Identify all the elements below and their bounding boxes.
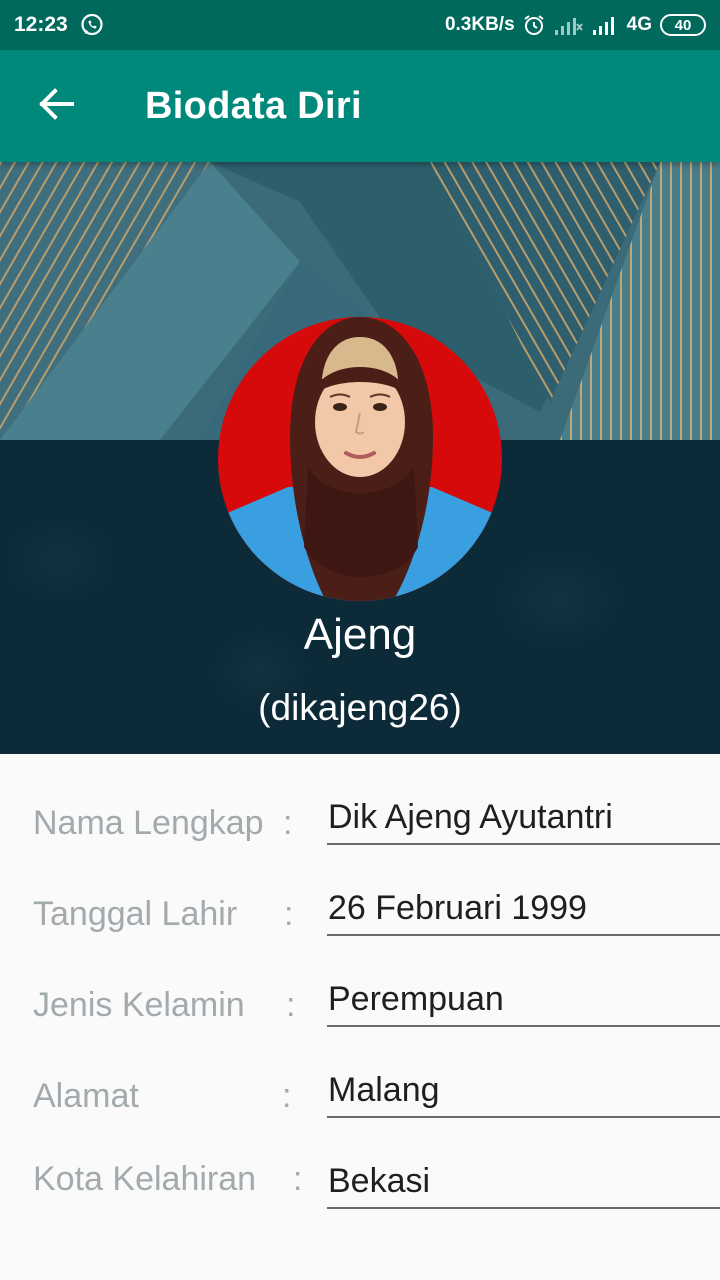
field-value: Perempuan bbox=[328, 980, 504, 1018]
field-underline bbox=[327, 843, 720, 845]
signal-icon bbox=[591, 14, 619, 36]
field-underline bbox=[327, 1116, 720, 1118]
field-label: Tanggal Lahir bbox=[33, 895, 238, 933]
field-underline bbox=[327, 1025, 720, 1027]
field-colon: : bbox=[284, 895, 294, 933]
field-jenis-kelamin: Jenis Kelamin : Perempuan bbox=[0, 966, 720, 1056]
status-bar: 12:23 0.3KB/s 4G 40 bbox=[0, 0, 720, 50]
profile-header: Ajeng (dikajeng26) bbox=[0, 162, 720, 754]
field-value: Bekasi bbox=[328, 1162, 431, 1200]
field-underline bbox=[327, 934, 720, 936]
back-button[interactable] bbox=[0, 50, 112, 162]
alarm-icon bbox=[523, 14, 545, 36]
app-bar: Biodata Diri bbox=[0, 50, 720, 162]
field-colon: : bbox=[293, 1160, 303, 1198]
field-tanggal-lahir: Tanggal Lahir : 26 Februari 1999 bbox=[0, 875, 720, 965]
field-colon: : bbox=[286, 986, 296, 1024]
field-kota-kelahiran: Kota Kelahiran : Bekasi bbox=[0, 1148, 720, 1238]
field-nama-lengkap: Nama Lengkap : Dik Ajeng Ayutantri bbox=[0, 784, 720, 874]
page-title: Biodata Diri bbox=[145, 84, 362, 127]
arrow-left-icon bbox=[38, 87, 74, 125]
battery-level: 40 bbox=[674, 16, 692, 34]
network-type: 4G bbox=[626, 14, 652, 35]
field-label: Alamat bbox=[33, 1077, 139, 1115]
network-speed: 0.3KB/s bbox=[444, 14, 515, 35]
status-time: 12:23 bbox=[14, 13, 68, 36]
biodata-list: Nama Lengkap : Dik Ajeng Ayutantri Tangg… bbox=[0, 754, 720, 1280]
field-underline bbox=[327, 1207, 720, 1209]
profile-username: (dikajeng26) bbox=[258, 687, 462, 728]
field-label: Nama Lengkap bbox=[33, 804, 264, 842]
field-label: Jenis Kelamin bbox=[33, 986, 245, 1024]
field-value: Dik Ajeng Ayutantri bbox=[328, 798, 613, 836]
profile-photo bbox=[218, 317, 502, 601]
field-value: Malang bbox=[328, 1071, 440, 1109]
signal-icon bbox=[553, 14, 583, 36]
battery-icon: 40 bbox=[660, 14, 706, 36]
field-value: 26 Februari 1999 bbox=[328, 889, 587, 927]
profile-name: Ajeng bbox=[303, 610, 417, 659]
field-colon: : bbox=[283, 804, 293, 842]
field-label: Kota Kelahiran bbox=[33, 1160, 257, 1198]
field-alamat: Alamat : Malang bbox=[0, 1057, 720, 1147]
field-colon: : bbox=[282, 1077, 292, 1115]
whatsapp-icon bbox=[80, 13, 104, 37]
